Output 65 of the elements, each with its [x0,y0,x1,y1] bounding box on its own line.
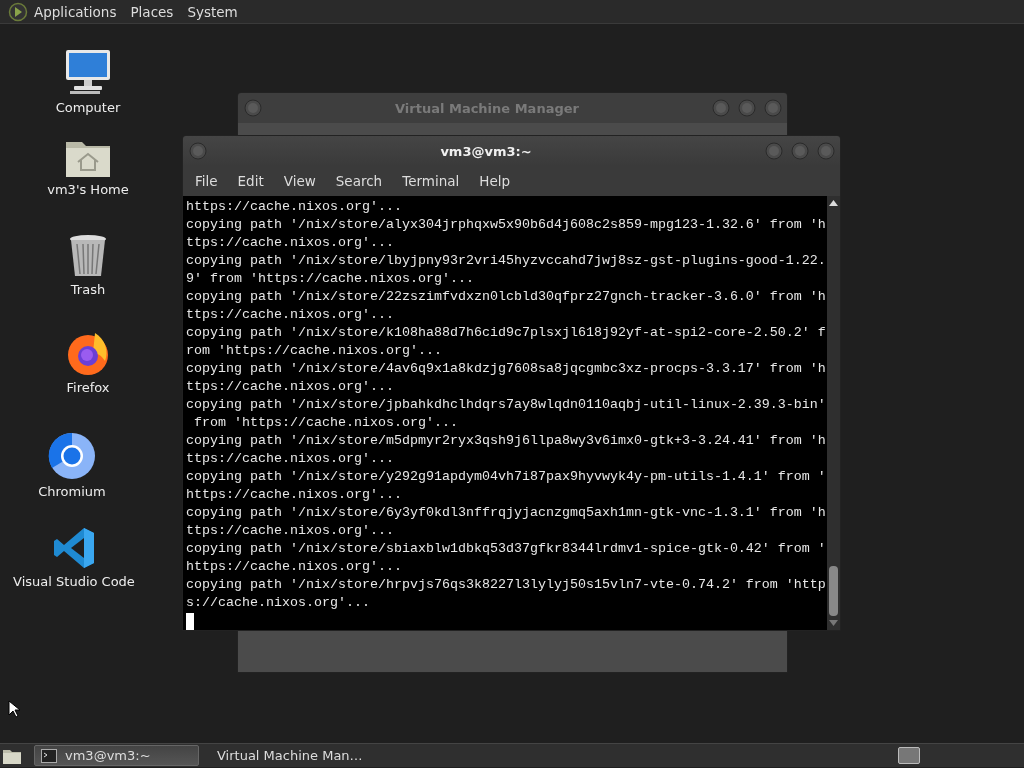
text-cursor [186,613,194,630]
terminal-line: copying path '/nix/store/k108ha88d7h6cid9c7plsxjl618j92yf-at-spi2-core-2.50.2' f [186,324,827,342]
icon-label[interactable]: Firefox [66,380,110,395]
menu-item[interactable]: Edit [227,169,274,193]
mouse-pointer-icon [8,700,20,718]
terminal-line: copying path '/nix/store/jpbahkdhclhdqrs7ay8wlqdn0110aqbj-util-linux-2.39.3-bin' [186,396,827,414]
taskbar-button[interactable]: Virtual Machine Man… [203,745,368,766]
terminal-line: 9' from 'https://cache.nixos.org'... [186,270,475,288]
window-title: vm3@vm3:~ [439,143,533,159]
terminal-line: copying path '/nix/store/m5dpmyr2ryx3qsh9j6llpa8wy3v6imx0-gtk+3-3.24.41' from 'h [186,432,827,450]
terminal-line: copying path '/nix/store/y292g91apdym04vh7i87pax9hyvwyk4y-pm-utils-1.4.1' from ' [186,468,827,486]
taskbar-button[interactable]: vm3@vm3:~ [34,745,199,766]
browser-icon [65,330,111,376]
browser-icon [48,432,96,480]
code-editor-icon [52,526,96,570]
workspace-switcher[interactable] [898,747,920,764]
menu-item[interactable]: File [185,169,228,193]
window-control-button[interactable] [817,142,835,160]
terminal-line: https://cache.nixos.org'... [186,198,403,216]
icon-label[interactable]: Chromium [38,484,106,499]
terminal-line: s://cache.nixos.org'... [186,594,371,612]
window-title: Virtual Machine Manager [394,100,580,116]
window-menu-button[interactable] [189,142,207,160]
terminal-line: copying path '/nix/store/4av6q9x1a8kdzjg7608sa8jqcgmbc3xz-procps-3.3.17' from 'h [186,360,827,378]
terminal-line: https://cache.nixos.org'... [186,486,403,504]
terminal-line: copying path '/nix/store/sbiaxblw1dbkq53d37gfkr8344lrdmv1-spice-gtk-0.42' from ' [186,540,827,558]
menu-item[interactable]: View [273,169,326,193]
menu-item[interactable]: Search [325,169,393,193]
icon-label[interactable]: Computer [55,100,121,115]
computer-icon [64,48,112,96]
window-control-button[interactable] [791,142,809,160]
terminal-line: ttps://cache.nixos.org'... [186,522,395,540]
terminal-line: copying path '/nix/store/alyx304jrphqxw5x90b6d4j608c2s859-mpg123-1.32.6' from 'h [186,216,827,234]
terminal-line: rom 'https://cache.nixos.org'... [186,342,443,360]
terminal-icon [41,748,57,763]
window-control-button[interactable] [764,99,782,117]
terminal-line: ttps://cache.nixos.org'... [186,306,395,324]
terminal-line: from 'https://cache.nixos.org'... [193,414,459,432]
menu-item[interactable]: Places [130,1,174,22]
menu-item[interactable]: Help [469,169,521,193]
terminal-line: ttps://cache.nixos.org'... [186,378,395,396]
terminal-line: copying path '/nix/store/lbyjpny93r2vri45hyzvccahd7jwj8sz-gst-plugins-good-1.22. [186,252,827,270]
menu-item[interactable]: Applications [34,1,117,22]
window-control-button[interactable] [738,99,756,117]
window-control-button[interactable] [712,99,730,117]
menu-item[interactable]: Terminal [392,169,470,193]
terminal-line: https://cache.nixos.org'... [186,558,403,576]
icon-label[interactable]: Trash [70,282,106,297]
icon-label[interactable]: Visual Studio Code [13,574,135,589]
icon-label[interactable]: vm3's Home [47,182,129,197]
terminal-area[interactable] [183,196,840,630]
scrollbar[interactable] [827,196,840,630]
window-menu-button[interactable] [244,99,262,117]
scroll-down-icon[interactable] [829,619,838,627]
terminal-line: ttps://cache.nixos.org'... [186,450,395,468]
terminal-line: copying path '/nix/store/6y3yf0kdl3nffrqjyjacnzgmq5axh1mn-gtk-vnc-1.3.1' from 'h [186,504,827,522]
scroll-up-icon[interactable] [829,199,838,207]
scrollbar-thumb[interactable] [829,566,838,616]
trash-icon [69,234,107,278]
terminal-line: copying path '/nix/store/22zszimfvdxzn0lcbld30qfprz27gnch-tracker-3.6.0' from 'h [186,288,827,306]
window-control-button[interactable] [765,142,783,160]
terminal-line: copying path '/nix/store/hrpvjs76qs3k8227l3lylyj50s15vln7-vte-0.74.2' from 'http [186,576,827,594]
logo-icon[interactable] [8,1,28,22]
menu-item[interactable]: System [187,1,238,22]
terminal-line: ttps://cache.nixos.org'... [186,234,395,252]
